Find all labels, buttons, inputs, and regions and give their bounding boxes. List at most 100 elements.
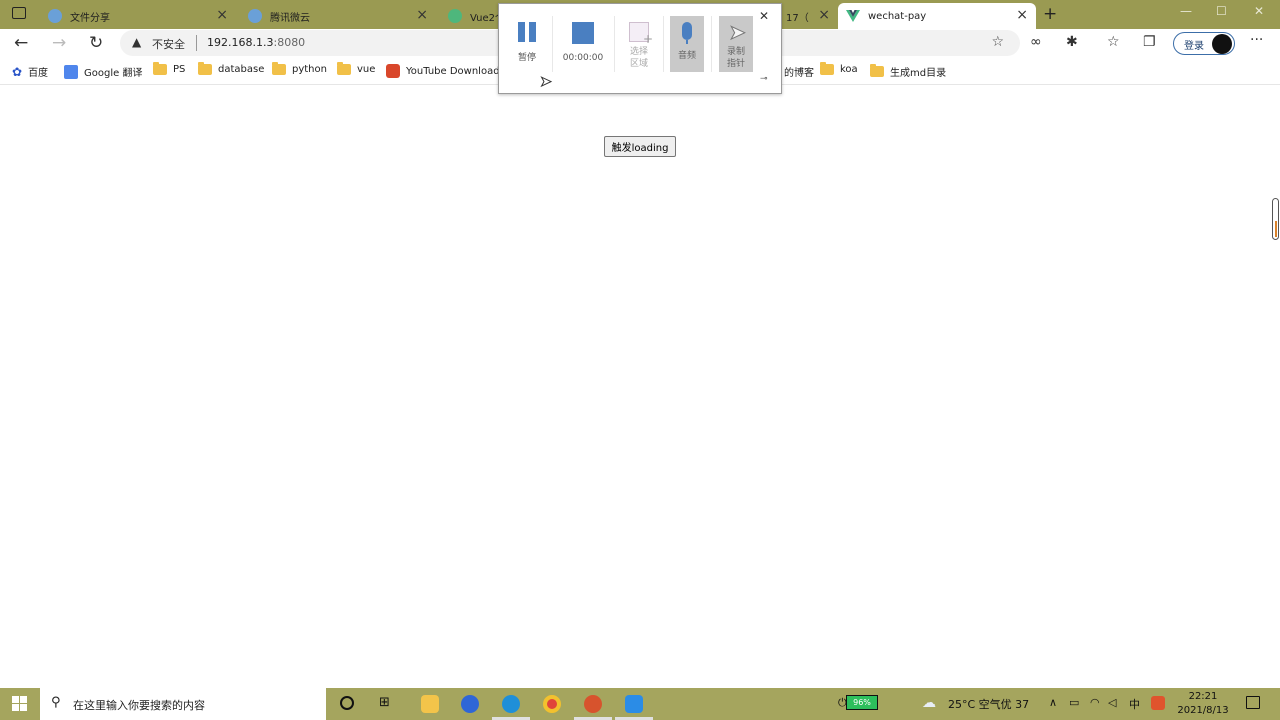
login-button[interactable]: 登录 bbox=[1173, 32, 1235, 55]
insecure-label: 不安全 bbox=[152, 38, 185, 51]
battery-indicator[interactable]: 96% bbox=[846, 695, 878, 710]
favorite-star-icon[interactable]: ☆ bbox=[991, 34, 1004, 50]
vue-logo-icon bbox=[846, 9, 860, 23]
recorder-pin-icon[interactable]: ⊸ bbox=[760, 74, 768, 84]
recording-timer: 00:00:00 bbox=[562, 53, 604, 63]
bookmark-folder-python[interactable]: python bbox=[272, 62, 327, 75]
select-region-button[interactable]: + 选择区域 bbox=[619, 14, 659, 74]
search-icon: ⚲ bbox=[51, 695, 61, 710]
pointer-label: 录制指针 bbox=[727, 47, 746, 69]
google-translate-icon bbox=[64, 64, 78, 79]
maximize-button[interactable]: ☐ bbox=[1216, 4, 1227, 18]
cortana-icon[interactable] bbox=[340, 696, 354, 710]
tab-favicon-icon bbox=[48, 9, 62, 23]
minimize-button[interactable]: — bbox=[1180, 4, 1192, 18]
network-icon[interactable]: ▭ bbox=[1069, 696, 1079, 709]
forward-arrow-icon[interactable]: → bbox=[52, 33, 66, 53]
bookmark-folder-database[interactable]: database bbox=[198, 62, 264, 75]
app-l-icon[interactable] bbox=[461, 695, 479, 713]
record-pointer-button[interactable]: ➤ 录制指针 bbox=[719, 16, 753, 72]
tab-weiyun[interactable]: 腾讯微云 × bbox=[240, 3, 436, 29]
tab-favicon-icon bbox=[448, 9, 462, 23]
vscode-icon[interactable] bbox=[625, 695, 643, 713]
bookmark-youtube-download[interactable]: YouTube Download... bbox=[386, 64, 509, 78]
tab-actions-icon[interactable] bbox=[12, 7, 26, 19]
recorder-divider bbox=[552, 16, 553, 72]
tab-close-icon[interactable]: × bbox=[818, 7, 830, 23]
back-arrow-icon[interactable]: ← bbox=[14, 33, 28, 53]
address-url[interactable]: 192.168.1.3:8080 bbox=[207, 36, 305, 49]
stop-icon bbox=[572, 22, 594, 44]
pause-icon bbox=[518, 22, 525, 42]
bookmark-baidu[interactable]: ✿ 百度 bbox=[12, 64, 48, 80]
audio-toggle-button[interactable]: 音频 bbox=[670, 16, 704, 72]
tab-vue2[interactable]: Vue2个 bbox=[440, 3, 498, 29]
recorder-divider bbox=[663, 16, 664, 72]
tab-favicon-icon bbox=[248, 9, 262, 23]
mouse-pointer-icon: ➤ bbox=[729, 20, 747, 45]
windows-start-icon[interactable] bbox=[12, 696, 28, 712]
collections-icon[interactable]: ❐ bbox=[1143, 34, 1156, 50]
favorites-icon[interactable]: ☆ bbox=[1107, 34, 1120, 50]
tab-title: 腾讯微云 bbox=[270, 12, 310, 24]
powerpoint-icon[interactable] bbox=[584, 695, 602, 713]
tab-wechat-pay[interactable]: wechat-pay × bbox=[838, 3, 1036, 29]
microphone-icon bbox=[682, 22, 692, 40]
folder-icon bbox=[198, 62, 212, 75]
notifications-icon[interactable] bbox=[1246, 696, 1260, 709]
weather-text[interactable]: 25°C 空气优 37 bbox=[948, 696, 1029, 712]
tab-title: 文件分享 bbox=[70, 12, 110, 24]
infinity-extension-icon[interactable]: ∞ bbox=[1030, 34, 1042, 50]
close-window-button[interactable]: ✕ bbox=[1254, 4, 1264, 18]
chrome-icon[interactable] bbox=[543, 695, 561, 713]
bookmark-folder-md-toc[interactable]: 生成md目录 bbox=[870, 64, 946, 79]
folder-icon bbox=[153, 62, 167, 75]
new-tab-button[interactable]: + bbox=[1043, 4, 1057, 24]
bookmark-google-translate[interactable]: Google 翻译 bbox=[64, 64, 142, 79]
address-divider bbox=[196, 35, 197, 51]
tab-title: 17（ bbox=[786, 12, 809, 24]
taskbar-clock[interactable]: 22:21 2021/8/13 bbox=[1172, 690, 1234, 718]
tab-close-icon[interactable]: × bbox=[1016, 7, 1028, 23]
baidu-paw-icon: ✿ bbox=[12, 64, 23, 79]
edge-browser-icon[interactable] bbox=[502, 695, 520, 713]
stop-button[interactable]: 00:00:00 bbox=[563, 14, 603, 74]
login-label: 登录 bbox=[1184, 41, 1204, 52]
bookmark-folder-koa[interactable]: koa bbox=[820, 62, 858, 75]
ime-indicator[interactable]: 中 bbox=[1129, 696, 1140, 712]
bookmark-blog[interactable]: 的博客 bbox=[784, 64, 814, 79]
extensions-icon[interactable]: ✱ bbox=[1066, 34, 1078, 50]
more-menu-icon[interactable]: ··· bbox=[1250, 32, 1263, 48]
bookmark-folder-ps[interactable]: PS bbox=[153, 62, 185, 75]
trigger-loading-button[interactable]: 触发loading bbox=[604, 136, 676, 157]
tab-close-icon[interactable]: × bbox=[416, 7, 428, 23]
task-view-icon[interactable]: ⊞ bbox=[379, 695, 390, 710]
recorder-divider bbox=[711, 16, 712, 72]
github-icon bbox=[1212, 34, 1232, 54]
tab-17[interactable]: 17（ × bbox=[782, 3, 834, 29]
cloud-weather-icon: ☁ bbox=[922, 695, 936, 711]
reload-icon[interactable]: ↻ bbox=[89, 33, 103, 53]
chevron-up-icon[interactable]: ∧ bbox=[1049, 696, 1057, 709]
volume-icon[interactable]: ◁ bbox=[1108, 696, 1116, 709]
sogou-ime-icon[interactable] bbox=[1151, 696, 1165, 710]
pause-button[interactable]: 暂停 bbox=[507, 14, 547, 74]
region-label: 选择区域 bbox=[629, 47, 648, 69]
tab-title: Vue2个 bbox=[470, 12, 498, 24]
tab-title: wechat-pay bbox=[868, 10, 927, 22]
recorder-close-icon[interactable]: ✕ bbox=[759, 9, 769, 23]
recorder-divider bbox=[614, 16, 615, 72]
taskbar-search-box[interactable]: ⚲ 在这里输入你要搜索的内容 bbox=[40, 688, 326, 720]
windows-taskbar: ⚲ 在这里输入你要搜索的内容 ⊞ ⏻ 96% ☁ 25°C 空气优 37 ∧ ▭… bbox=[0, 688, 1280, 720]
wifi-icon[interactable]: ◠ bbox=[1090, 696, 1100, 709]
warning-icon: ▲ bbox=[132, 35, 142, 49]
audio-label: 音频 bbox=[677, 51, 696, 61]
file-explorer-icon[interactable] bbox=[421, 695, 439, 713]
folder-icon bbox=[337, 62, 351, 75]
page-scrollbar[interactable] bbox=[1272, 198, 1279, 240]
pause-label: 暂停 bbox=[517, 53, 536, 63]
bookmark-folder-vue[interactable]: vue bbox=[337, 62, 375, 75]
clock-date: 2021/8/13 bbox=[1177, 705, 1229, 716]
tab-close-icon[interactable]: × bbox=[216, 7, 228, 23]
tab-file-share[interactable]: 文件分享 × bbox=[40, 3, 236, 29]
